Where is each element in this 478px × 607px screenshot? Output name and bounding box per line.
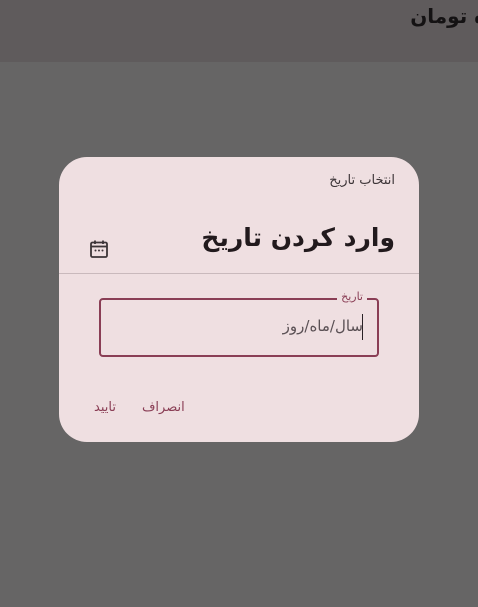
app-bar: ه تومان [0,0,478,62]
cancel-button[interactable]: انصراف [142,400,185,415]
dialog-label: انتخاب تاریخ [329,173,395,188]
date-input-field[interactable]: تاریخ سال/ماه/روز [99,290,379,357]
calendar-icon [90,240,108,258]
date-field-placeholder[interactable]: سال/ماه/روز [283,317,363,335]
dialog-actions: انصراف تایید [94,400,185,415]
confirm-button[interactable]: تایید [94,400,116,415]
date-picker-dialog: انتخاب تاریخ وارد کردن تاریخ تاریخ سال/م… [59,157,419,442]
dialog-headline: وارد کردن تاریخ [201,223,395,252]
app-bar-title: ه تومان [410,4,478,28]
date-field-label: تاریخ [337,290,367,303]
text-caret [362,314,363,340]
dialog-divider [59,273,419,274]
switch-to-calendar-button[interactable] [79,229,119,269]
